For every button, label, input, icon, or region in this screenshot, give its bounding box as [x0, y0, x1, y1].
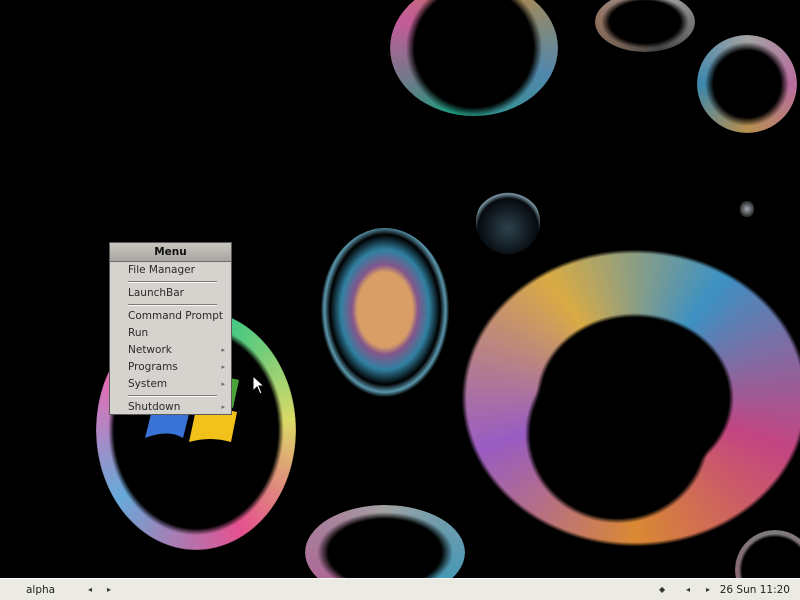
menu-item-run[interactable]: Run [110, 325, 231, 342]
desktop-background[interactable]: Menu File Manager LaunchBar Command Prom… [0, 0, 800, 578]
prev-workspace-button[interactable]: ◂ [88, 582, 92, 598]
taskbar: alpha ◂ ▸ ◆ ◂ ▸ 26 Sun 11:20 [0, 578, 800, 600]
menu-item-label: Programs [128, 361, 178, 373]
menu-separator [128, 395, 217, 397]
menu-item-command-prompt[interactable]: Command Prompt [110, 308, 231, 325]
menu-item-label: LaunchBar [128, 287, 184, 299]
root-menu: Menu File Manager LaunchBar Command Prom… [109, 242, 232, 415]
menu-item-launchbar[interactable]: LaunchBar [110, 285, 231, 302]
next-workspace-button[interactable]: ▸ [107, 582, 111, 598]
menu-item-label: File Manager [128, 264, 195, 276]
mouse-pointer-icon [252, 375, 266, 395]
bubble-decoration [390, 0, 558, 116]
menu-item-label: Network [128, 344, 172, 356]
bubble-decoration [697, 35, 797, 133]
bubble-decoration [735, 530, 800, 578]
menu-item-file-manager[interactable]: File Manager [110, 262, 231, 279]
prev-window-button[interactable]: ◂ [686, 582, 690, 598]
menu-title: Menu [110, 243, 231, 262]
menu-item-shutdown[interactable]: Shutdown ▸ [110, 399, 231, 416]
menu-item-programs[interactable]: Programs ▸ [110, 359, 231, 376]
submenu-arrow-icon: ▸ [221, 363, 225, 371]
submenu-arrow-icon: ▸ [221, 403, 225, 411]
menu-item-label: Command Prompt [128, 310, 223, 322]
bubble-decoration [305, 505, 465, 578]
submenu-arrow-icon: ▸ [221, 346, 225, 354]
bubble-decoration [595, 0, 695, 52]
bubble-decoration [320, 228, 450, 398]
clock[interactable]: 26 Sun 11:20 [720, 582, 790, 598]
menu-item-label: Run [128, 327, 149, 339]
menu-item-system[interactable]: System ▸ [110, 376, 231, 393]
menu-separator [128, 304, 217, 306]
next-window-button[interactable]: ▸ [706, 582, 710, 598]
menu-item-label: System [128, 378, 168, 390]
menu-separator [128, 281, 217, 283]
submenu-arrow-icon: ▸ [221, 380, 225, 388]
bubble-decoration [740, 200, 754, 218]
tray-icon[interactable]: ◆ [659, 582, 665, 598]
bubble-decoration [460, 248, 800, 548]
menu-item-label: Shutdown [128, 401, 181, 413]
bubble-decoration [476, 190, 540, 254]
workspace-name[interactable]: alpha [26, 582, 55, 598]
menu-item-network[interactable]: Network ▸ [110, 342, 231, 359]
